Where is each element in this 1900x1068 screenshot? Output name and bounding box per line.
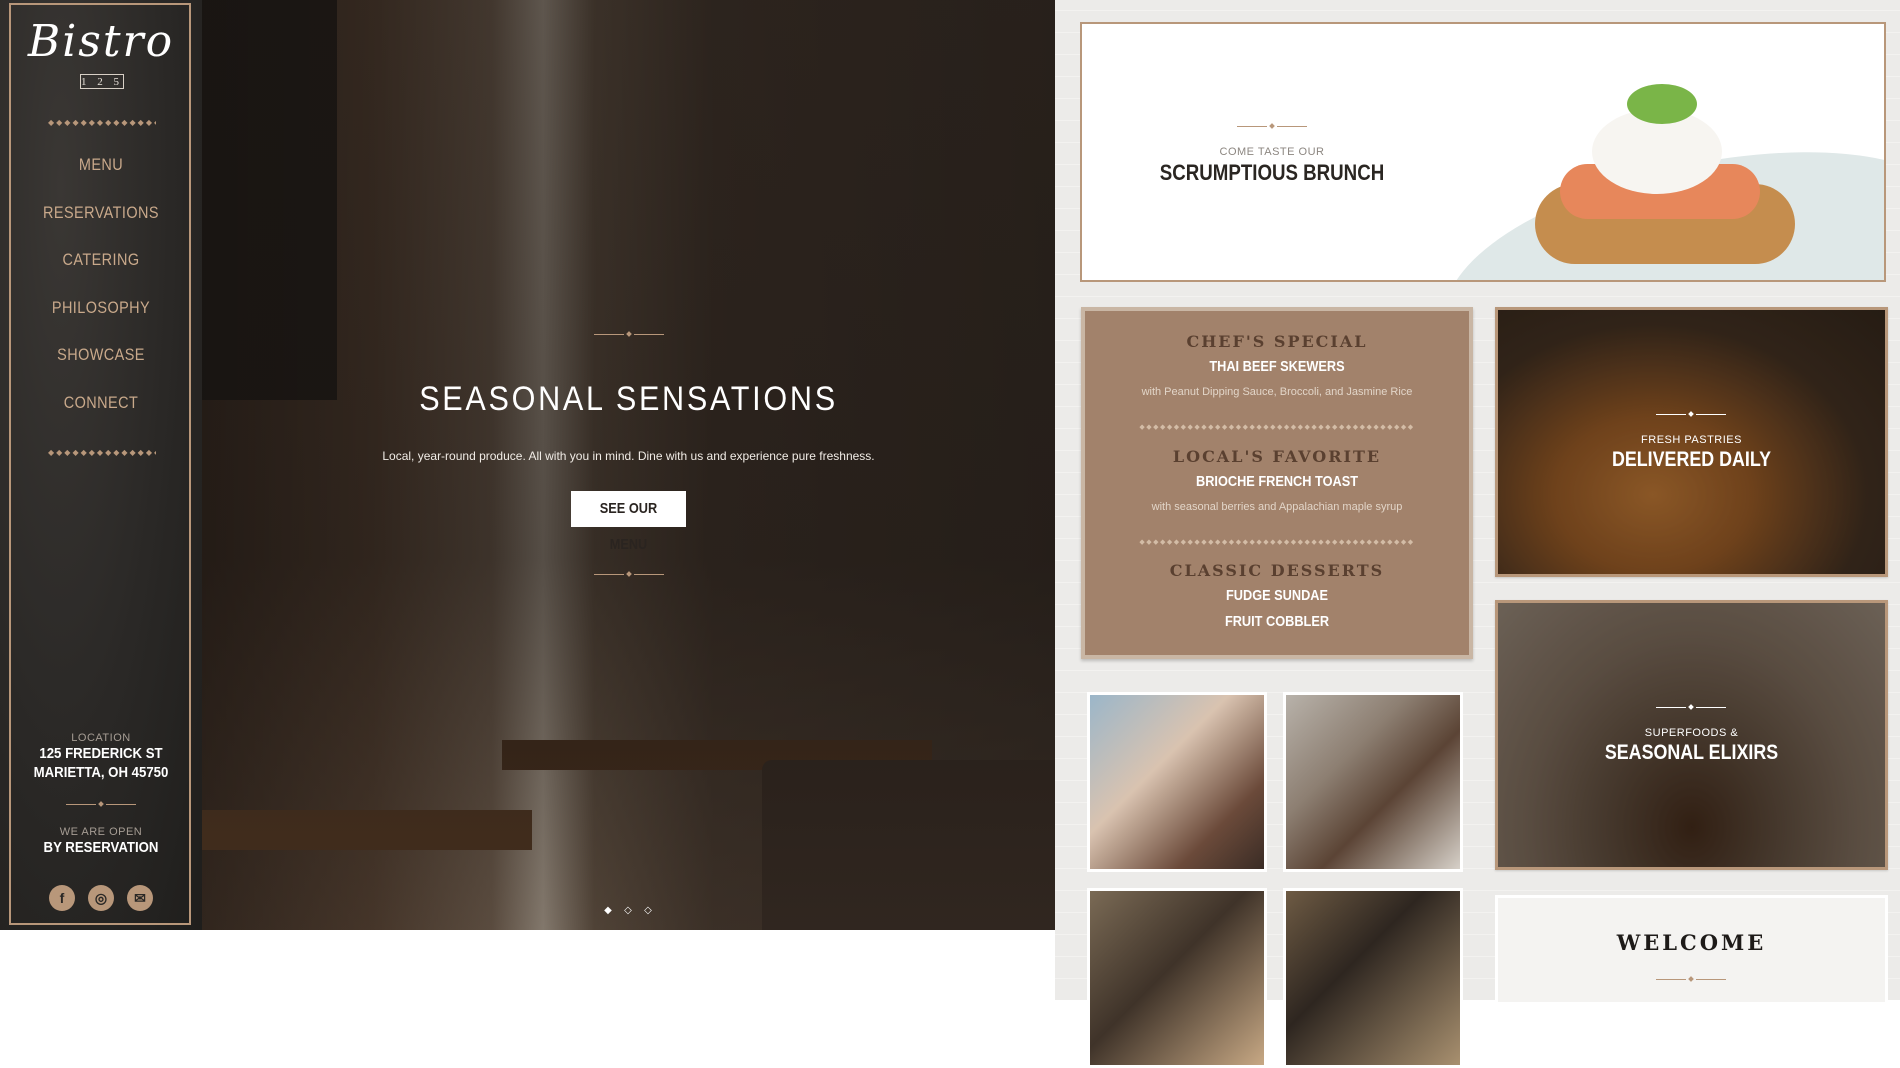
brunch-card-title: SCRUMPTIOUS BRUNCH	[1159, 160, 1385, 185]
ornament-divider	[1237, 122, 1307, 131]
hero-subtitle: Local, year-round produce. All with you …	[382, 449, 875, 463]
special-item: FUDGE SUNDAE	[1225, 587, 1328, 604]
slide-dot-3[interactable]: ◇	[643, 906, 653, 916]
address-line-2: MARIETTA, OH 45750	[33, 764, 169, 781]
sidebar: Bistro 1 2 5 ◆◆◆◆◆◆◆◆◆◆◆◆◆◆◆◆◆◆ MENU RES…	[0, 0, 202, 930]
ornament-divider	[1656, 410, 1726, 419]
nav-item-showcase[interactable]: SHOWCASE	[15, 345, 187, 365]
nav-item-menu[interactable]: MENU	[15, 155, 187, 175]
gallery-photo-counter-service[interactable]	[1087, 888, 1267, 1068]
brunch-dish-image	[1627, 84, 1697, 124]
brunch-card-kicker: COME TASTE OUR	[1219, 146, 1325, 158]
hours-label: WE ARE OPEN	[59, 826, 143, 838]
pastry-card-kicker: FRESH PASTRIES	[1641, 434, 1742, 446]
ornament-divider	[66, 800, 136, 809]
email-icon[interactable]: ✉	[127, 885, 153, 911]
hero-title: SEASONAL SENSATIONS	[419, 380, 838, 418]
hours-value: BY RESERVATION	[43, 839, 159, 856]
hero-slider: SEASONAL SENSATIONS Local, year-round pr…	[202, 0, 1055, 930]
special-heading: CLASSIC DESSERTS	[1169, 561, 1385, 580]
facebook-icon[interactable]: f	[49, 885, 75, 911]
divider-dots: ◆◆◆◆◆◆◆◆◆◆◆◆◆◆◆◆◆◆	[48, 448, 156, 457]
gallery-photo-barista-smiling[interactable]	[1087, 692, 1267, 872]
ornament-divider	[1656, 975, 1726, 984]
feature-grid: COME TASTE OUR SCRUMPTIOUS BRUNCH CHEF'S…	[1055, 0, 1900, 1068]
elixir-card-kicker: SUPERFOODS &	[1644, 727, 1739, 739]
divider-dots: ◆◆◆◆◆◆◆◆◆◆◆◆◆◆◆◆◆◆	[48, 118, 156, 127]
ornament-divider	[594, 570, 664, 579]
gallery-photo-bar-staff[interactable]	[1283, 888, 1463, 1068]
location-label: LOCATION	[71, 732, 131, 744]
special-description: with seasonal berries and Appalachian ma…	[1151, 501, 1403, 513]
brand-logo[interactable]: Bistro	[0, 16, 202, 67]
pastry-card[interactable]: FRESH PASTRIES DELIVERED DAILY	[1495, 307, 1888, 577]
see-menu-button[interactable]: SEE OUR MENU	[571, 491, 686, 553]
nav-item-reservations[interactable]: RESERVATIONS	[15, 203, 187, 223]
elixir-card[interactable]: SUPERFOODS & SEASONAL ELIXIRS	[1495, 600, 1888, 870]
elixir-card-title: SEASONAL ELIXIRS	[1604, 741, 1779, 764]
special-heading: CHEF'S SPECIAL	[1186, 332, 1368, 351]
see-menu-button-label: SEE OUR MENU	[599, 500, 658, 553]
nav-item-catering[interactable]: CATERING	[15, 250, 187, 270]
special-heading: LOCAL'S FAVORITE	[1172, 447, 1382, 466]
address-line-1: 125 FREDERICK ST	[39, 745, 163, 762]
slide-dot-2[interactable]: ◇	[623, 906, 633, 916]
special-description: with Peanut Dipping Sauce, Broccoli, and…	[1141, 386, 1413, 398]
ornament-divider	[1656, 703, 1726, 712]
slide-dot-1[interactable]: ◆	[603, 906, 613, 916]
hero-overlay	[202, 0, 1055, 930]
gallery-photo-espresso-machine[interactable]	[1283, 692, 1463, 872]
pastry-card-title: DELIVERED DAILY	[1611, 448, 1772, 471]
special-item: THAI BEEF SKEWERS	[1209, 358, 1345, 375]
sidebar-frame	[9, 3, 191, 925]
divider-dots: ◆◆◆◆◆◆◆◆◆◆◆◆◆◆◆◆◆◆◆◆◆◆◆◆◆◆◆◆◆◆◆◆◆◆◆◆◆◆◆◆	[1139, 539, 1415, 546]
brand-number: 1 2 5	[80, 74, 124, 89]
nav-item-philosophy[interactable]: PHILOSOPHY	[15, 298, 187, 318]
welcome-card: WELCOME	[1495, 895, 1888, 1005]
nav-item-connect[interactable]: CONNECT	[15, 393, 187, 413]
ornament-divider	[594, 330, 664, 339]
brunch-card[interactable]: COME TASTE OUR SCRUMPTIOUS BRUNCH	[1080, 22, 1886, 282]
special-item: BRIOCHE FRENCH TOAST	[1196, 473, 1358, 490]
specials-card: CHEF'S SPECIAL THAI BEEF SKEWERS with Pe…	[1081, 307, 1473, 659]
welcome-title: WELCOME	[1616, 930, 1767, 955]
divider-dots: ◆◆◆◆◆◆◆◆◆◆◆◆◆◆◆◆◆◆◆◆◆◆◆◆◆◆◆◆◆◆◆◆◆◆◆◆◆◆◆◆	[1139, 424, 1415, 431]
special-item: FRUIT COBBLER	[1224, 613, 1330, 630]
instagram-icon[interactable]: ◎	[88, 885, 114, 911]
